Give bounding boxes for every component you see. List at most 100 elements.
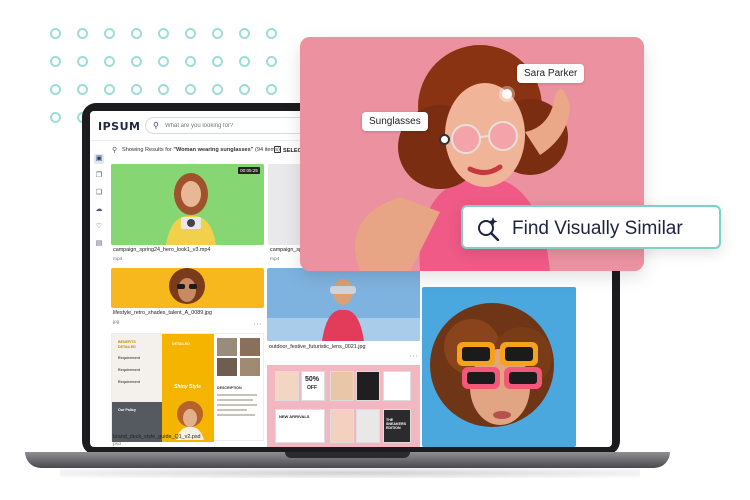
dot	[131, 28, 142, 39]
asset-card-image[interactable]: jpg	[422, 287, 576, 447]
doc-requirement: Requirement	[118, 356, 140, 360]
file-name: campaign_sp	[270, 247, 303, 253]
file-type: jpg	[113, 320, 120, 325]
dot	[239, 84, 250, 95]
dot	[77, 56, 88, 67]
more-icon[interactable]: ···	[254, 321, 263, 328]
dot	[50, 112, 61, 123]
collage-tile	[330, 371, 354, 401]
file-name: brand_deck_style_guide_Q1_v2.psd	[113, 434, 201, 440]
doc-line	[217, 399, 253, 401]
collage-thumbnail[interactable]: 50% OFF NEW ARRIVALS THE SNEAKERS EDITIO…	[267, 365, 420, 447]
dot	[131, 56, 142, 67]
select-all-checkbox[interactable]: SELEC	[274, 146, 302, 154]
dot	[185, 56, 196, 67]
curly-hair-sunglasses-photo	[422, 287, 576, 447]
doc-photo	[240, 338, 260, 356]
asset-card-image[interactable]: outdoor_festive_futuristic_lens_0021.jpg…	[267, 268, 420, 363]
doc-line	[217, 394, 257, 396]
collage-tile	[330, 409, 354, 443]
search-icon: ⚲	[112, 147, 118, 154]
new-arrivals-text: NEW ARRIVALS	[279, 414, 310, 419]
tag-pin[interactable]	[439, 134, 450, 145]
dot	[266, 28, 277, 39]
dot	[212, 56, 223, 67]
document-thumbnail[interactable]: BENEFITS DETAILED Requirement Requiremen…	[111, 333, 264, 442]
doc-heading: BENEFITS	[118, 340, 136, 344]
doc-script: Shiny Style	[174, 384, 201, 390]
dot	[158, 84, 169, 95]
dot	[50, 84, 61, 95]
doc-photo	[217, 338, 237, 356]
doc-requirement: Requirement	[118, 380, 140, 384]
dot	[212, 84, 223, 95]
doc-photo	[240, 358, 260, 376]
document-icon[interactable]: ▤	[94, 239, 104, 249]
collection-icon[interactable]: ❏	[94, 188, 104, 198]
futuristic-lens-photo	[267, 268, 420, 341]
collage-tile: NEW ARRIVALS	[275, 409, 325, 443]
dot	[50, 56, 61, 67]
collage-tile	[383, 371, 411, 401]
image-thumbnail[interactable]	[422, 287, 576, 447]
doc-requirement: Requirement	[118, 368, 140, 372]
file-name: campaign_spring24_hero_look1_v3.mp4	[113, 247, 211, 253]
collage-tile	[275, 371, 299, 401]
discount-off: OFF	[307, 385, 317, 391]
image-icon[interactable]: ▣	[94, 154, 104, 164]
side-nav: ▣ ❐ ❏ ☁ ♡ ▤	[90, 141, 108, 447]
doc-heading: DETAILED	[118, 345, 136, 349]
woman-camera-photo	[111, 164, 264, 245]
image-thumbnail[interactable]	[111, 268, 264, 308]
collage-tile: THE SNEAKERS EDITION	[383, 409, 411, 443]
woman-yellow-photo	[111, 268, 264, 308]
video-thumbnail[interactable]: 00:05:25	[111, 164, 264, 245]
dot	[158, 28, 169, 39]
logo: IPSUM	[98, 120, 141, 133]
asset-card-video[interactable]: 00:05:25 campaign_spring24_hero_look1_v3…	[111, 164, 264, 266]
collage-tile	[356, 409, 380, 443]
doc-line	[217, 409, 247, 411]
doc-heading: DETAILED	[172, 342, 190, 346]
collage-tile	[356, 371, 380, 401]
doc-line	[217, 404, 257, 406]
collage-tile: 50% OFF	[301, 371, 325, 401]
laptop-notch	[285, 452, 410, 458]
heart-icon[interactable]: ♡	[94, 222, 104, 232]
dot	[239, 28, 250, 39]
laptop-shadow	[60, 468, 640, 478]
object-tag[interactable]: Sunglasses	[362, 112, 428, 131]
file-type: mp4	[113, 257, 123, 262]
image-thumbnail[interactable]	[267, 268, 420, 341]
search-icon: ⚲	[153, 121, 159, 130]
tag-pin[interactable]	[502, 89, 512, 99]
find-visually-similar-button[interactable]: Find Visually Similar	[461, 205, 721, 249]
marketing-hero: IPSUM ⚲ ⚲ Showing Results for "Woman wea…	[0, 0, 750, 500]
more-icon[interactable]: ···	[410, 353, 419, 360]
asset-card-document[interactable]: BENEFITS DETAILED Requirement Requiremen…	[111, 333, 264, 447]
doc-description: DESCRIPTION	[217, 386, 242, 390]
checkbox-icon	[274, 146, 281, 153]
dot	[158, 56, 169, 67]
dot	[239, 56, 250, 67]
find-visually-similar-label: Find Visually Similar	[512, 218, 683, 239]
doc-policy: Our Policy	[118, 408, 136, 412]
results-summary: Showing Results for "Woman wearing sungl…	[122, 147, 280, 153]
visual-search-icon	[478, 217, 500, 241]
cloud-icon[interactable]: ☁	[94, 205, 104, 215]
asset-card-image[interactable]: lifestyle_retro_shades_talent_A_0089.jpg…	[111, 268, 264, 330]
file-type: mp4	[270, 257, 280, 262]
asset-card-collage[interactable]: 50% OFF NEW ARRIVALS THE SNEAKERS EDITIO…	[267, 365, 420, 447]
duration-badge: 00:05:25	[238, 167, 260, 174]
file-name: outdoor_festive_futuristic_lens_0021.jpg	[269, 344, 366, 350]
discount-text: 50%	[305, 376, 320, 383]
file-name: lifestyle_retro_shades_talent_A_0089.jpg	[113, 310, 212, 316]
dot	[131, 84, 142, 95]
doc-photo	[217, 358, 237, 376]
dot	[266, 56, 277, 67]
dot	[50, 28, 61, 39]
dot	[266, 84, 277, 95]
copy-icon[interactable]: ❐	[94, 171, 104, 181]
dot	[185, 84, 196, 95]
person-tag[interactable]: Sara Parker	[517, 64, 585, 83]
